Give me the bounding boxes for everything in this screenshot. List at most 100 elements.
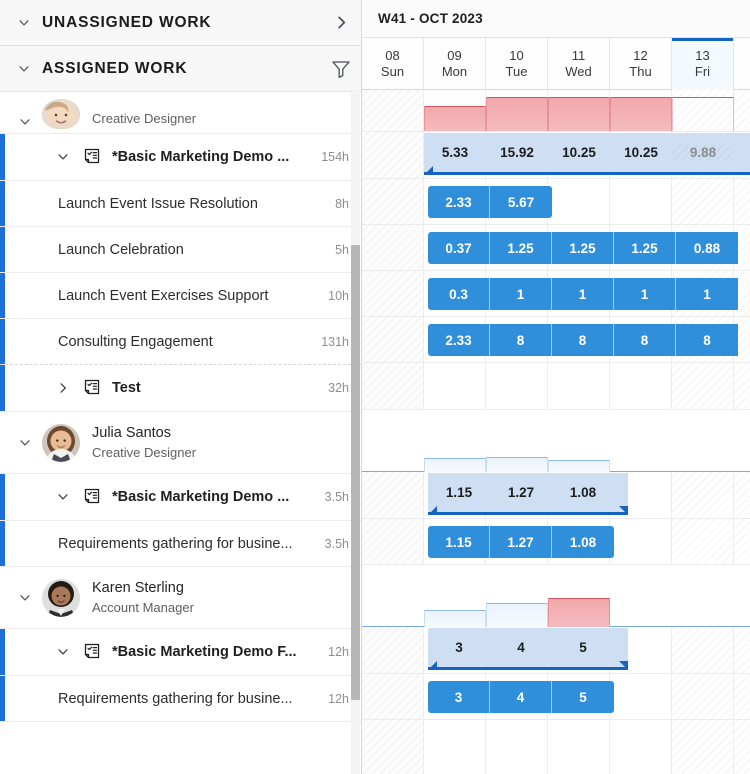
allocation-cell-fri: 0.88 <box>676 232 738 264</box>
allocation-cell-wed: 1.25 <box>552 232 614 264</box>
day-number: 09 <box>447 48 462 64</box>
summary-value-mon: 1.15 <box>445 485 473 500</box>
allocation-cell-thu: 8 <box>614 324 676 356</box>
timeline-row-resource-jennifer <box>362 90 750 132</box>
allocation-cell-tue: 5.67 <box>490 186 552 218</box>
day-column-08-sun[interactable]: 08 Sun <box>362 38 424 90</box>
allocation-cell-tue: 4 <box>490 681 552 713</box>
task-row-consulting-engagement[interactable]: Consulting Engagement 131h <box>0 319 361 365</box>
chevron-down-icon[interactable] <box>52 490 74 504</box>
resource-info: Creative Designer <box>92 109 196 129</box>
task-row-launch-event-exercises-support[interactable]: Launch Event Exercises Support 10h <box>0 273 361 319</box>
summary-value-wed: 5 <box>579 640 587 655</box>
day-name: Wed <box>565 64 592 79</box>
day-column-11-wed[interactable]: 11 Wed <box>548 38 610 90</box>
allocation-cell-thu: 1 <box>614 278 676 310</box>
day-number: 11 <box>571 48 586 64</box>
project-row-test[interactable]: Test 32h <box>0 365 361 412</box>
chevron-down-icon[interactable] <box>52 150 74 164</box>
project-name: *Basic Marketing Demo ... <box>112 149 290 165</box>
left-panel-scrollbar[interactable] <box>351 90 360 774</box>
resource-info: Julia Santos Creative Designer <box>92 423 196 463</box>
day-column-12-thu[interactable]: 12 Thu <box>610 38 672 90</box>
resource-name: Karen Sterling <box>92 579 184 596</box>
chevron-right-icon[interactable] <box>321 14 361 31</box>
project-name: *Basic Marketing Demo F... <box>112 644 297 660</box>
work-rows: Creative Designer *Basic Marketing Demo <box>0 92 361 722</box>
summary-bar-basic-marketing-demo-julia[interactable]: 1.15 1.27 1.08 <box>428 473 628 515</box>
allocation-cell-wed: 8 <box>552 324 614 356</box>
summary-value-tue: 1.27 <box>507 485 535 500</box>
project-checklist-icon <box>82 148 102 166</box>
summary-value-mon: 5.33 <box>441 145 469 160</box>
task-bar-launch-event-exercises-support[interactable]: 0.3 1 1 1 1 <box>428 278 748 310</box>
project-name: *Basic Marketing Demo ... <box>112 489 290 505</box>
summary-value-mon: 3 <box>455 640 463 655</box>
allocation-cell-mon: 2.33 <box>428 186 490 218</box>
filter-funnel-icon[interactable] <box>321 57 361 81</box>
avatar <box>42 578 80 617</box>
day-number: 10 <box>509 48 524 64</box>
project-row-basic-marketing-demo-julia[interactable]: *Basic Marketing Demo ... 3.5h <box>0 474 361 521</box>
chevron-down-icon[interactable] <box>14 62 34 76</box>
project-name: Test <box>112 380 141 396</box>
project-row-basic-marketing-demo-jennifer[interactable]: *Basic Marketing Demo ... 154h <box>0 134 361 181</box>
day-column-13-fri-today[interactable]: 13 Fri <box>672 38 734 90</box>
day-name: Sun <box>380 64 405 79</box>
resource-row-karen-sterling[interactable]: Karen Sterling Account Manager <box>0 567 361 629</box>
chevron-right-icon[interactable] <box>52 381 74 395</box>
project-checklist-icon <box>82 643 102 661</box>
timeline-row-task-launch-event-issue-resolution <box>362 179 750 225</box>
summary-value-tue: 4 <box>517 640 525 655</box>
task-bar-consulting-engagement[interactable]: 2.33 8 8 8 8 <box>428 324 748 356</box>
day-column-09-mon[interactable]: 09 Mon <box>424 38 486 90</box>
project-row-basic-marketing-demo-karen[interactable]: *Basic Marketing Demo F... 12h <box>0 629 361 676</box>
summary-bar-basic-marketing-demo-karen[interactable]: 3 4 5 <box>428 628 628 670</box>
timeline-panel: W41 - OCT 2023 08 Sun 09 Mon 10 Tue 11 W… <box>362 0 750 774</box>
task-bar-requirements-gathering-julia[interactable]: 1.15 1.27 1.08 <box>428 526 614 558</box>
avatar <box>42 99 80 129</box>
timeline-day-header: 08 Sun 09 Mon 10 Tue 11 Wed 12 Thu 13 Fr… <box>362 38 750 90</box>
summary-bar-basic-marketing-demo-jennifer[interactable]: 5.33 15.92 10.25 10.25 9.88 <box>424 133 750 175</box>
project-checklist-icon <box>82 488 102 506</box>
allocation-cell-mon: 0.3 <box>428 278 490 310</box>
allocation-cell-thu: 1.25 <box>614 232 676 264</box>
group-title-assigned: ASSIGNED WORK <box>42 59 188 77</box>
group-header-assigned-work[interactable]: ASSIGNED WORK <box>0 46 361 92</box>
chevron-down-icon[interactable] <box>14 115 36 129</box>
timeline-row-project-test <box>362 363 750 410</box>
chevron-down-icon[interactable] <box>14 591 36 605</box>
task-row-launch-event-issue-resolution[interactable]: Launch Event Issue Resolution 8h <box>0 181 361 227</box>
task-bar-launch-celebration[interactable]: 0.37 1.25 1.25 1.25 0.88 <box>428 232 748 264</box>
timeline-row-resource-julia <box>362 410 750 472</box>
allocation-cell-mon: 1.15 <box>428 526 490 558</box>
task-row-requirements-gathering-julia[interactable]: Requirements gathering for busine... 3.5… <box>0 521 361 567</box>
task-row-launch-celebration[interactable]: Launch Celebration 5h <box>0 227 361 273</box>
group-header-unassigned-work[interactable]: UNASSIGNED WORK <box>0 0 361 46</box>
allocation-cell-tue: 1.25 <box>490 232 552 264</box>
timeline-week-label: W41 - OCT 2023 <box>362 0 750 38</box>
day-name: Mon <box>441 64 468 79</box>
chevron-down-icon[interactable] <box>52 645 74 659</box>
task-name: Launch Event Exercises Support <box>58 287 269 304</box>
resource-row-jennifer-campbell[interactable]: Creative Designer <box>0 92 361 134</box>
left-panel-scrollbar-thumb[interactable] <box>351 245 360 700</box>
allocation-cell-fri: 1 <box>676 278 738 310</box>
chevron-down-icon[interactable] <box>14 436 36 450</box>
resource-row-julia-santos[interactable]: Julia Santos Creative Designer <box>0 412 361 474</box>
day-column-10-tue[interactable]: 10 Tue <box>486 38 548 90</box>
chevron-down-icon[interactable] <box>14 16 34 30</box>
allocation-cell-fri: 8 <box>676 324 738 356</box>
work-list-panel: UNASSIGNED WORK ASSIGNED WORK Creative D… <box>0 0 362 774</box>
task-name: Requirements gathering for busine... <box>58 535 293 552</box>
task-bar-requirements-gathering-karen[interactable]: 3 4 5 <box>428 681 614 713</box>
summary-value-wed: 1.08 <box>569 485 597 500</box>
summary-value-wed: 10.25 <box>562 145 596 160</box>
task-bar-launch-event-issue-resolution[interactable]: 2.33 5.67 <box>428 186 552 218</box>
summary-value-fri: 9.88 <box>672 145 734 160</box>
task-name: Launch Celebration <box>58 241 184 258</box>
allocation-cell-wed: 1.08 <box>552 526 614 558</box>
task-row-requirements-gathering-karen[interactable]: Requirements gathering for busine... 12h <box>0 676 361 722</box>
project-checklist-icon <box>82 379 102 397</box>
day-name: Tue <box>505 64 528 79</box>
